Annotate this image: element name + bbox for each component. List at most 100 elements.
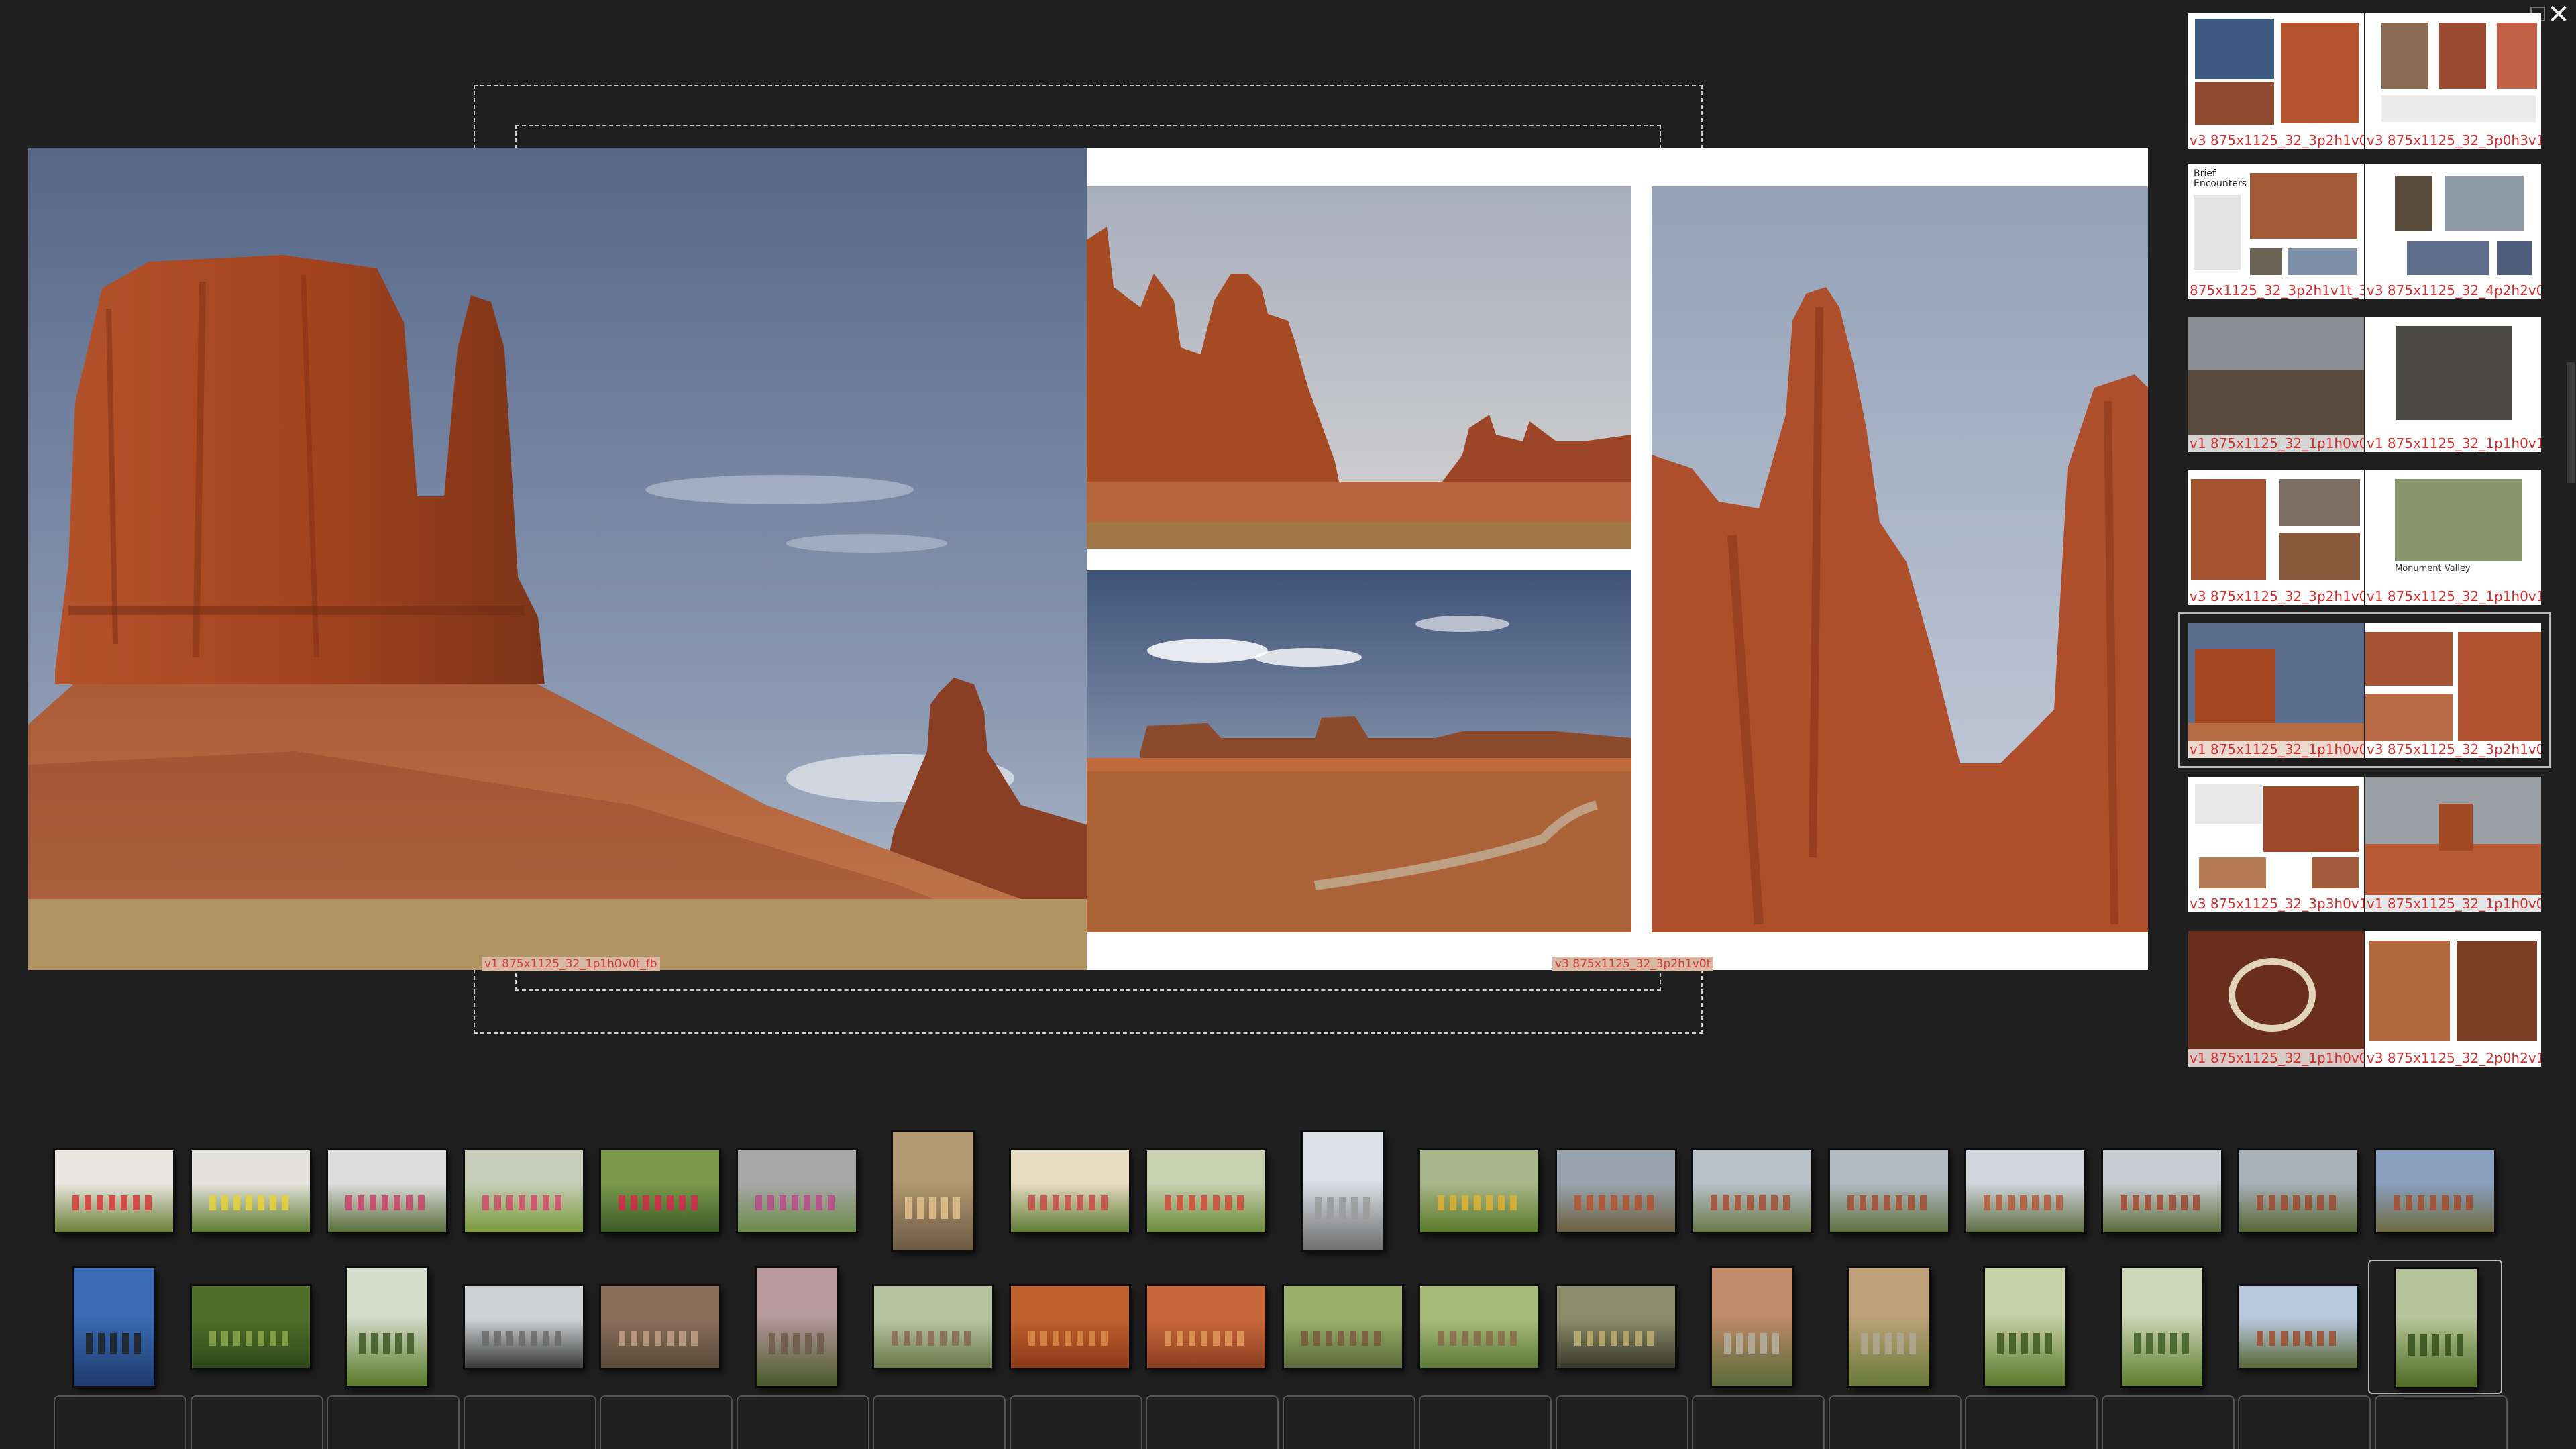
photo-thumb-grass[interactable] bbox=[191, 1286, 310, 1368]
page-spread-thumb[interactable]: v1 875x1125_32_1p1h0v0t_fb v1 875x1125_3… bbox=[2188, 317, 2541, 452]
thumb-right-page[interactable]: Monument Valley v1 875x1125_32_1p1h0v1t bbox=[2365, 470, 2541, 605]
valley-road-photo[interactable] bbox=[1087, 570, 1631, 932]
thumb-right-page[interactable]: v3 875x1125_32_2p0h2v1t bbox=[2365, 931, 2541, 1067]
rock-pinnacle-photo[interactable] bbox=[1652, 186, 2148, 932]
row1-cell[interactable] bbox=[593, 1124, 727, 1258]
page-spread-thumb[interactable]: v3 875x1125_32_3p2h1v0t v3 875x1125_32_3… bbox=[2188, 13, 2541, 149]
row2-cell[interactable] bbox=[866, 1260, 1000, 1394]
row2-cell[interactable] bbox=[1685, 1260, 1819, 1394]
row2-cell[interactable] bbox=[1139, 1260, 1273, 1394]
row1-cell[interactable] bbox=[2095, 1124, 2229, 1258]
empty-photo-slot[interactable] bbox=[2238, 1395, 2371, 1449]
row1-cell[interactable] bbox=[1685, 1124, 1819, 1258]
page-spread-thumb[interactable]: v1 875x1125_32_1p1h0v0t_fb v3 875x1125_3… bbox=[2188, 931, 2541, 1067]
mitten-butte-photo[interactable] bbox=[28, 148, 1088, 970]
photo-thumb-yellow-tulips[interactable] bbox=[191, 1150, 310, 1232]
photo-thumb-green-tree[interactable] bbox=[347, 1268, 427, 1386]
left-page[interactable] bbox=[28, 148, 1088, 970]
row2-cell[interactable] bbox=[1549, 1260, 1683, 1394]
page-spread-thumb-selected[interactable]: v1 875x1125_32_1p1h0v0t_fb v3 875x1125_3… bbox=[2178, 612, 2551, 768]
empty-photo-slot[interactable] bbox=[600, 1395, 733, 1449]
row1-cell[interactable] bbox=[1822, 1124, 1956, 1258]
photo-thumb-canyon-river-1[interactable] bbox=[1712, 1268, 1792, 1386]
empty-photo-slot[interactable] bbox=[1828, 1395, 1962, 1449]
empty-photo-slot[interactable] bbox=[1965, 1395, 2098, 1449]
row2-cell[interactable] bbox=[320, 1260, 454, 1394]
photo-thumb-zion-cliffs-1[interactable] bbox=[1693, 1150, 1811, 1232]
photo-thumb-zion-cliffs-2[interactable] bbox=[1829, 1150, 1948, 1232]
pages-panel-scrollbar[interactable] bbox=[2567, 362, 2575, 483]
thumb-right-page[interactable]: v1 875x1125_32_1p1h0v0t_fb bbox=[2365, 777, 2541, 912]
row2-cell[interactable] bbox=[2231, 1260, 2365, 1394]
photo-thumb-watchman[interactable] bbox=[2239, 1286, 2357, 1368]
photo-thumb-mixed-tulips[interactable] bbox=[1147, 1150, 1265, 1232]
photo-thumb-pink-trees[interactable] bbox=[464, 1150, 583, 1232]
thumb-right-page[interactable]: v1 875x1125_32_1p1h0v1t bbox=[2365, 317, 2541, 452]
row1-cell[interactable] bbox=[47, 1124, 181, 1258]
photo-thumb-river-bank[interactable] bbox=[874, 1286, 992, 1368]
row1-cell[interactable] bbox=[1549, 1124, 1683, 1258]
photo-thumb-red-tulips[interactable] bbox=[601, 1150, 719, 1232]
photo-thumb-temple[interactable] bbox=[1302, 1132, 1383, 1250]
spires-photo[interactable] bbox=[1087, 186, 1631, 549]
empty-photo-slot[interactable] bbox=[2101, 1395, 2235, 1449]
photo-thumb-zion-clouds-1[interactable] bbox=[2102, 1150, 2221, 1232]
row1-cell[interactable] bbox=[1276, 1124, 1410, 1258]
row2-cell[interactable] bbox=[730, 1260, 864, 1394]
row1-cell[interactable] bbox=[1412, 1124, 1546, 1258]
photo-thumb-tulip-field[interactable] bbox=[1420, 1150, 1538, 1232]
row1-cell[interactable] bbox=[730, 1124, 864, 1258]
thumb-right-page[interactable]: v3 875x1125_32_3p0h3v1t bbox=[2365, 13, 2541, 149]
row1-cell[interactable] bbox=[320, 1124, 454, 1258]
empty-photo-slot[interactable] bbox=[1282, 1395, 1415, 1449]
photo-thumb-tulips-garden[interactable] bbox=[55, 1150, 173, 1232]
row1-cell[interactable] bbox=[184, 1124, 318, 1258]
photo-thumb-red-grass-1[interactable] bbox=[1010, 1286, 1129, 1368]
thumb-right-page[interactable]: v3 875x1125_32_3p2h1v0t bbox=[2365, 623, 2541, 758]
row1-cell[interactable] bbox=[2368, 1124, 2502, 1258]
photo-thumb-red-cliffs[interactable] bbox=[1556, 1150, 1675, 1232]
empty-photo-slot[interactable] bbox=[1692, 1395, 1825, 1449]
row2-cell[interactable] bbox=[1412, 1260, 1546, 1394]
row2-cell[interactable] bbox=[2095, 1260, 2229, 1394]
right-page[interactable] bbox=[1087, 148, 2148, 970]
photo-thumb-red-grass-2[interactable] bbox=[1147, 1286, 1265, 1368]
empty-photo-slot[interactable] bbox=[1555, 1395, 1688, 1449]
photo-thumb-canyon-river-2[interactable] bbox=[1848, 1268, 1929, 1386]
row2-cell[interactable] bbox=[457, 1260, 591, 1394]
row2-cell[interactable] bbox=[1822, 1260, 1956, 1394]
row2-cell[interactable] bbox=[1276, 1260, 1410, 1394]
row2-cell[interactable] bbox=[184, 1260, 318, 1394]
thumb-left-page[interactable]: v1 875x1125_32_1p1h0v0t_fb bbox=[2188, 317, 2364, 452]
selected-photo-cell[interactable] bbox=[2367, 1260, 2502, 1394]
photo-thumb-zion-cliffs-3[interactable] bbox=[1966, 1150, 2084, 1232]
row1-cell[interactable] bbox=[457, 1124, 591, 1258]
empty-photo-slot[interactable] bbox=[190, 1395, 323, 1449]
photo-thumb-cottonwoods-1[interactable] bbox=[1283, 1286, 1402, 1368]
empty-photo-slot[interactable] bbox=[1419, 1395, 1552, 1449]
empty-photo-slot[interactable] bbox=[54, 1395, 186, 1449]
row1-cell[interactable] bbox=[2231, 1124, 2365, 1258]
photo-thumb-house-garden[interactable] bbox=[1010, 1150, 1129, 1232]
row1-cell[interactable] bbox=[866, 1124, 1000, 1258]
photo-thumb-hedge-garden[interactable] bbox=[737, 1150, 856, 1232]
empty-photo-slot[interactable] bbox=[2374, 1395, 2508, 1449]
page-spread-thumb[interactable]: v3 875x1125_32_3p2h1v0t Monument Valley … bbox=[2188, 470, 2541, 605]
empty-photo-slot[interactable] bbox=[463, 1395, 596, 1449]
photo-thumb-fountain[interactable] bbox=[893, 1132, 973, 1250]
thumb-right-page[interactable]: v3 875x1125_32_4p2h2v0t bbox=[2365, 164, 2541, 299]
photo-thumb-twisted-tree[interactable] bbox=[1556, 1286, 1675, 1368]
photo-thumb-bare-tree[interactable] bbox=[74, 1268, 154, 1386]
photo-thumb-roots[interactable] bbox=[601, 1286, 719, 1368]
photo-thumb-branches[interactable] bbox=[464, 1286, 583, 1368]
thumb-left-page[interactable]: v3 875x1125_32_3p2h1v0t bbox=[2188, 13, 2364, 149]
photo-thumb-green-tree-4[interactable] bbox=[2396, 1269, 2477, 1387]
thumb-left-page[interactable]: v3 875x1125_32_3p2h1v0t bbox=[2188, 470, 2364, 605]
row2-cell[interactable] bbox=[1958, 1260, 2092, 1394]
row2-cell[interactable] bbox=[47, 1260, 181, 1394]
page-spread-thumb[interactable]: Brief Encounters 875x1125_32_3p2h1v1t_3_… bbox=[2188, 164, 2541, 299]
row1-cell[interactable] bbox=[1958, 1124, 2092, 1258]
row1-cell[interactable] bbox=[1139, 1124, 1273, 1258]
photo-thumb-green-tree-2[interactable] bbox=[1985, 1268, 2065, 1386]
empty-photo-slot[interactable] bbox=[1146, 1395, 1279, 1449]
